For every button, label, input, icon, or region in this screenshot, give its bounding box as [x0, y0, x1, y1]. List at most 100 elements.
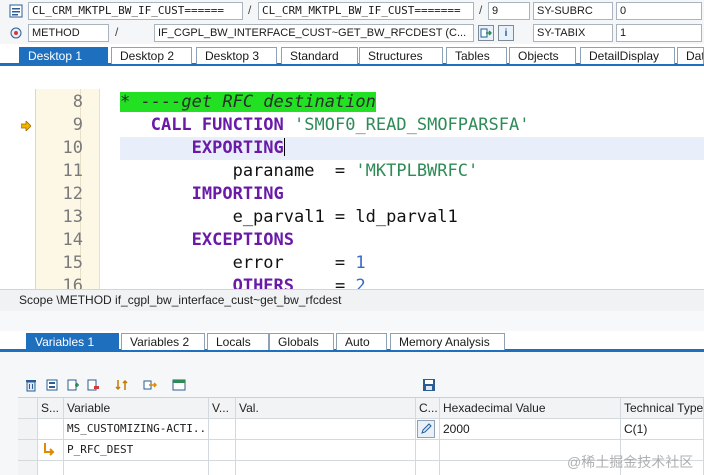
current-line-arrow-icon [20, 120, 32, 132]
variable-name-cell[interactable]: P_RFC_DEST [64, 440, 209, 461]
v-cell [209, 440, 236, 461]
row-selector[interactable] [18, 461, 38, 475]
code-token: error = [120, 253, 356, 273]
program-field[interactable]: CL_CRM_MKTPL_BW_IF_CUST====== [28, 2, 243, 20]
column-header-technical-type[interactable]: Technical Type [621, 398, 704, 419]
tab-data[interactable]: Dat [677, 47, 704, 64]
separator: / [479, 3, 483, 17]
row-selector[interactable] [18, 440, 38, 461]
empty-cell[interactable] [64, 461, 209, 475]
spacer [0, 311, 704, 331]
code-text: CALL FUNCTION 'SMOF0_READ_SMOFPARSFA' [120, 114, 530, 137]
code-line[interactable]: 8 * ----get RFC destination [15, 91, 704, 114]
tab-standard[interactable]: Standard [281, 47, 358, 64]
code-line[interactable]: 15 error = 1 [15, 252, 704, 275]
delete-row-icon[interactable] [84, 376, 102, 394]
include-field[interactable]: CL_CRM_MKTPL_BW_IF_CUST======= [258, 2, 474, 20]
save-icon[interactable] [420, 376, 438, 394]
code-text: EXPORTING [120, 137, 285, 160]
separator: / [115, 25, 119, 39]
code-text: error = 1 [120, 252, 366, 275]
line-number: 9 [72, 115, 83, 135]
empty-cell [416, 461, 440, 475]
delete-icon[interactable] [22, 376, 40, 394]
string-token: 'MKTPLBWRFC' [355, 161, 479, 181]
tab-auto[interactable]: Auto [336, 333, 387, 350]
code-line[interactable]: 16 OTHERS = 2 [15, 275, 704, 289]
code-line[interactable]: 10 EXPORTING [15, 137, 704, 160]
tab-structures[interactable]: Structures [359, 47, 443, 64]
tab-variables-1[interactable]: Variables 1 [26, 333, 119, 350]
code-line[interactable]: 9 CALL FUNCTION 'SMOF0_READ_SMOFPARSFA' [15, 114, 704, 137]
code-line[interactable]: 12 IMPORTING [15, 183, 704, 206]
row-selector[interactable] [18, 419, 38, 440]
tab-desktop-2[interactable]: Desktop 2 [111, 47, 192, 64]
select-all-icon[interactable] [43, 376, 61, 394]
code-text: paraname = 'MKTPLBWRFC' [120, 160, 479, 183]
variable-name-cell[interactable]: MS_CUSTOMIZING-ACTI... [64, 419, 209, 440]
variables-toolbar [0, 375, 704, 395]
line-number: 11 [62, 161, 83, 181]
header-row-program: CL_CRM_MKTPL_BW_IF_CUST====== / CL_CRM_M… [0, 0, 704, 22]
code-text: OTHERS = 2 [120, 275, 366, 289]
event-type-field[interactable]: METHOD [28, 24, 109, 42]
system-variable-name-1[interactable]: SY-SUBRC [533, 2, 613, 20]
tab-detaildisplay[interactable]: DetailDisplay [580, 47, 675, 64]
keyword-token: EXCEPTIONS [191, 230, 295, 250]
comment-token: * ----get RFC destination [120, 92, 376, 112]
event-name-field[interactable]: IF_CGPL_BW_INTERFACE_CUST~GET_BW_RFCDEST… [154, 24, 474, 42]
value-cell[interactable] [236, 440, 416, 461]
code-text: EXCEPTIONS [120, 229, 294, 252]
empty-cell [236, 461, 416, 475]
system-variable-value-2[interactable]: 1 [616, 24, 702, 42]
status-cell [38, 419, 64, 440]
column-header-status[interactable]: S... [38, 398, 64, 419]
line-number: 16 [62, 276, 83, 289]
grid-corner [18, 398, 38, 419]
pencil-icon[interactable] [417, 420, 435, 438]
column-header-hex[interactable]: Hexadecimal Value [440, 398, 621, 419]
scope-bar: Scope \METHOD if_cgpl_bw_interface_cust~… [0, 289, 704, 311]
variables-tabstrip: Variables 1 Variables 2 Locals Globals A… [0, 333, 704, 352]
empty-cell [209, 461, 236, 475]
transfer-icon[interactable] [141, 376, 159, 394]
system-variable-name-2[interactable]: SY-TABIX [533, 24, 613, 42]
layout-icon[interactable] [170, 376, 188, 394]
column-header-value[interactable]: Val. [236, 398, 416, 419]
empty-cell [38, 461, 64, 475]
code-line[interactable]: 11 paraname = 'MKTPLBWRFC' [15, 160, 704, 183]
string-token: 'SMOF0_READ_SMOFPARSFA' [294, 115, 530, 135]
tab-variables-2[interactable]: Variables 2 [121, 333, 205, 350]
code-line[interactable]: 13 e_parval1 = ld_parval1 [15, 206, 704, 229]
line-number-field[interactable]: 9 [488, 2, 530, 20]
line-number: 8 [72, 92, 83, 112]
number-token: 2 [355, 276, 366, 289]
source-code-editor[interactable]: 8 * ----get RFC destination 9 CALL FUNCTIO… [15, 89, 704, 289]
tab-locals[interactable]: Locals [207, 333, 269, 350]
tab-globals[interactable]: Globals [269, 333, 334, 350]
navigate-icon[interactable] [478, 25, 494, 41]
tab-desktop-3[interactable]: Desktop 3 [196, 47, 277, 64]
sort-icon[interactable] [113, 376, 131, 394]
info-icon[interactable]: i [498, 25, 514, 41]
tab-objects[interactable]: Objects [509, 47, 576, 64]
insert-row-icon[interactable] [64, 376, 82, 394]
tab-memory-analysis[interactable]: Memory Analysis [390, 333, 505, 350]
column-header-change[interactable]: C... [416, 398, 440, 419]
system-variable-value-1[interactable]: 0 [616, 2, 702, 20]
desktop-tabstrip: Desktop 1 Desktop 2 Desktop 3 Standard S… [0, 47, 704, 66]
code-text: e_parval1 = ld_parval1 [120, 206, 458, 229]
change-cell [416, 419, 440, 440]
tab-desktop-1[interactable]: Desktop 1 [19, 47, 108, 64]
code-line[interactable]: 14 EXCEPTIONS [15, 229, 704, 252]
value-cell[interactable] [236, 419, 416, 440]
column-header-variable[interactable]: Variable [64, 398, 209, 419]
column-header-v[interactable]: V... [209, 398, 236, 419]
code-text: * ----get RFC destination [120, 91, 376, 114]
watchpoint-icon [42, 442, 56, 460]
text-cursor [283, 138, 285, 156]
tab-tables[interactable]: Tables [446, 47, 507, 64]
